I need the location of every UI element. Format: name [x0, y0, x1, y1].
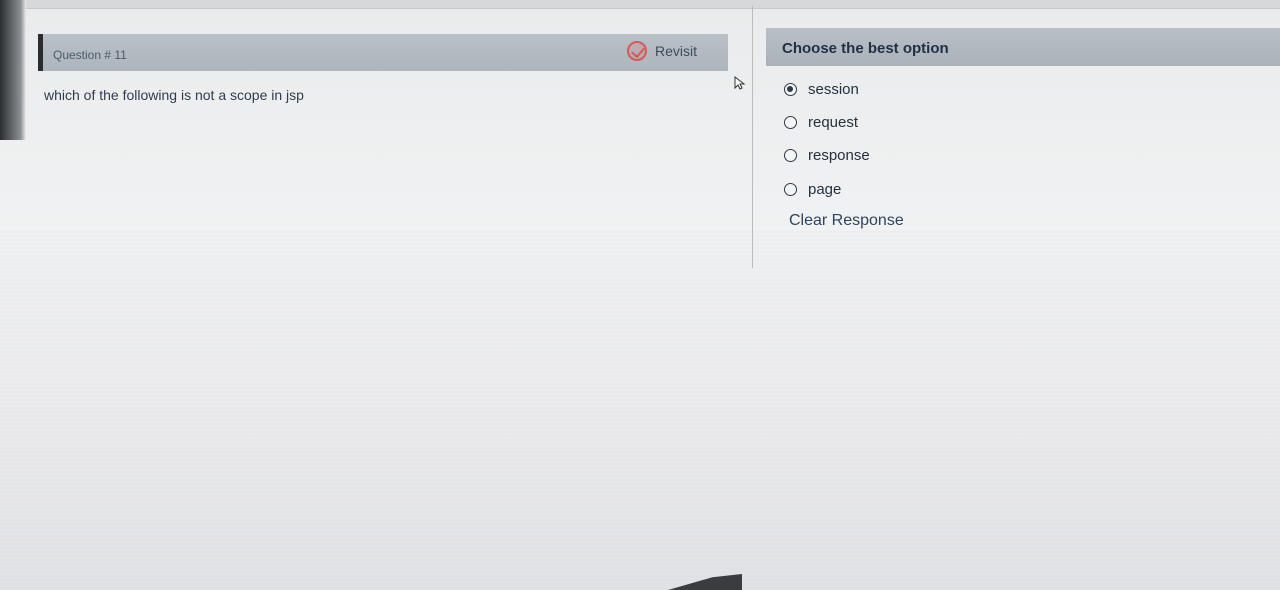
radio-selected-icon[interactable] [784, 82, 797, 96]
top-toolbar-edge [26, 0, 1280, 9]
mouse-cursor-icon [734, 76, 746, 90]
screen-moire-overlay [0, 230, 1280, 590]
screen-bezel [0, 0, 26, 140]
revisit-button[interactable]: Revisit [655, 43, 697, 59]
option-request[interactable]: request [784, 112, 858, 132]
option-label: session [808, 80, 859, 98]
option-session[interactable]: session [784, 79, 859, 99]
question-number: Question # 11 [53, 48, 127, 62]
radio-empty-icon[interactable] [784, 182, 797, 196]
option-response[interactable]: response [784, 145, 870, 165]
option-label: response [808, 146, 870, 164]
radio-empty-icon[interactable] [784, 115, 797, 129]
question-header: Question # 11 Revisit [38, 34, 728, 71]
question-text: which of the following is not a scope in… [44, 87, 304, 103]
options-header: Choose the best option [766, 28, 1280, 66]
option-page[interactable]: page [784, 179, 841, 199]
option-label: page [808, 180, 842, 198]
options-title: Choose the best option [782, 40, 949, 57]
clear-response-button[interactable]: Clear Response [789, 212, 904, 230]
option-label: request [808, 113, 859, 131]
radio-empty-icon[interactable] [784, 148, 797, 162]
panel-divider [752, 6, 753, 268]
revisit-check-icon[interactable] [627, 41, 647, 61]
